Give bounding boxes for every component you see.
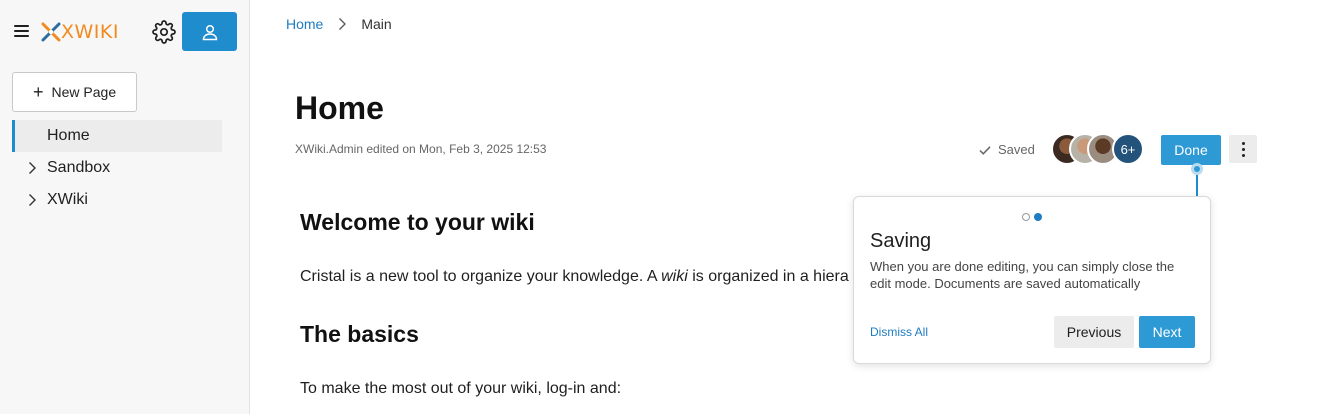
- breadcrumb-current: Main: [361, 16, 392, 32]
- tree-item-label: Sandbox: [47, 159, 111, 176]
- tour-pointer-dot: [1191, 163, 1203, 175]
- brand-name: XWIKI: [61, 21, 119, 43]
- tour-body: When you are done editing, you can simpl…: [870, 259, 1175, 291]
- intro-text-end: is organized in a hiera: [687, 268, 849, 285]
- breadcrumb: Home Main: [286, 16, 392, 32]
- step-dot-active: [1034, 213, 1042, 221]
- user-account-button[interactable]: [182, 12, 237, 51]
- heading-welcome: Welcome to your wiki: [300, 209, 535, 235]
- xwiki-logo-mark-icon: [41, 22, 61, 42]
- intro-text: Cristal is a new tool to organize your k…: [300, 268, 662, 285]
- menu-icon[interactable]: [14, 24, 29, 37]
- tree-item-sandbox[interactable]: Sandbox: [12, 152, 222, 184]
- user-icon: [202, 24, 217, 40]
- plus-icon: +: [33, 82, 44, 102]
- breadcrumb-home-link[interactable]: Home: [286, 16, 323, 32]
- step-dot: [1022, 213, 1030, 221]
- more-actions-button[interactable]: [1229, 135, 1257, 163]
- tree-item-xwiki[interactable]: XWiki: [12, 184, 222, 216]
- new-page-label: New Page: [51, 84, 117, 100]
- gear-icon[interactable]: [152, 20, 176, 44]
- done-button[interactable]: Done: [1161, 135, 1221, 165]
- xwiki-logo[interactable]: XWIKI: [40, 20, 119, 44]
- chevron-right-icon[interactable]: [25, 193, 39, 207]
- save-status: Saved: [978, 142, 1035, 157]
- chevron-right-icon: [339, 18, 347, 30]
- tree-item-label: XWiki: [47, 191, 88, 208]
- page-tree: Home Sandbox XWiki: [12, 120, 222, 216]
- dismiss-all-link[interactable]: Dismiss All: [870, 325, 928, 339]
- next-button[interactable]: Next: [1139, 316, 1195, 348]
- intro-paragraph: Cristal is a new tool to organize your k…: [300, 268, 849, 286]
- last-edit-info: XWiki.Admin edited on Mon, Feb 3, 2025 1…: [295, 142, 547, 156]
- save-status-label: Saved: [998, 142, 1035, 157]
- new-page-button[interactable]: + New Page: [12, 72, 137, 112]
- more-vertical-icon: [1241, 141, 1245, 157]
- sidebar: XWIKI + New Page Home Sandbox XWiki: [0, 0, 250, 414]
- heading-basics: The basics: [300, 321, 419, 347]
- tree-item-home[interactable]: Home: [12, 120, 222, 152]
- page-title: Home: [295, 90, 384, 126]
- chevron-right-icon[interactable]: [25, 161, 39, 175]
- tour-title: Saving: [870, 230, 932, 252]
- tour-popover: Saving When you are done editing, you ca…: [853, 196, 1211, 364]
- intro-emphasis: wiki: [661, 268, 688, 285]
- login-paragraph: To make the most out of your wiki, log-i…: [300, 380, 622, 397]
- tour-step-indicator: [1022, 213, 1042, 221]
- previous-button[interactable]: Previous: [1054, 316, 1134, 348]
- check-icon: [979, 145, 991, 155]
- tree-item-label: Home: [47, 127, 90, 144]
- more-collaborators-badge[interactable]: 6+: [1112, 133, 1144, 165]
